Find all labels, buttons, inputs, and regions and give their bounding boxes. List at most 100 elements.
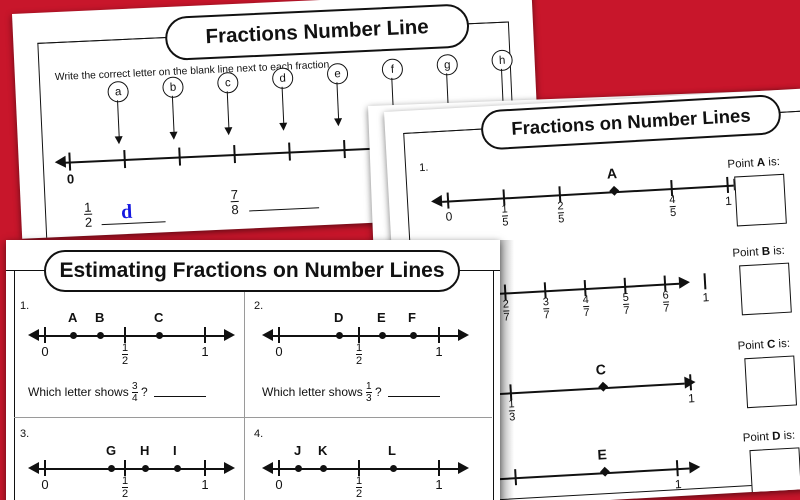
problem-4-label-half: 1 2	[351, 476, 367, 500]
sheet2-line2-frac-6-7-den: 7	[662, 301, 670, 315]
answer-fraction-1-glyph: 1 2	[84, 200, 93, 230]
answer-fraction-2-glyph: 7 8	[230, 187, 240, 218]
sheet2-line3-label-1: 1	[683, 391, 700, 406]
sheet2-line2-frac-5-7-den: 7	[623, 303, 630, 317]
problem-1-point-A-label: A	[68, 310, 78, 325]
sheet3-title-text: Estimating Fractions on Number Lines	[59, 259, 445, 282]
problem-1-tick-1	[204, 327, 206, 343]
problem-3-label-1: 1	[201, 477, 209, 492]
point-b-answer-box[interactable]	[739, 262, 792, 316]
sheet1-label-zero: 0	[66, 171, 75, 187]
problem-1-number: 1.	[20, 300, 30, 312]
point-d-prompt-suffix: is:	[780, 429, 796, 443]
problem-2-question-prefix: Which letter shows	[262, 385, 367, 400]
point-a-answer-box[interactable]	[734, 173, 787, 227]
problem-1-question-prefix: Which letter shows	[28, 385, 133, 400]
problem-2-number: 2.	[254, 300, 264, 312]
worksheet-estimating-fractions[interactable]: Estimating Fractions on Number Lines 1. …	[6, 240, 500, 500]
sheet2-line2-label-4-7: 4 7	[578, 293, 595, 320]
problem-4-left-arrow	[262, 462, 273, 474]
problem-4-half-frac: 1 2	[355, 476, 363, 500]
problem-2-half-frac: 1 2	[355, 342, 363, 367]
problem-3-label-half: 1 2	[117, 476, 133, 500]
problem-1-answer-blank[interactable]	[154, 396, 206, 397]
sheet2-line2-frac-5-7: 5 7	[622, 292, 630, 317]
sheet2-line2-label-6-7: 6 7	[657, 289, 674, 315]
sheet2-line1-label-1-text: 1	[724, 193, 733, 209]
sheet2-line1-frac-1-5-num: 1	[501, 203, 509, 216]
sheet2-line3-point-C-label: C	[595, 361, 607, 378]
sheet2-line2-frac-6-7-num: 6	[662, 289, 670, 302]
circled-letter-g-text: g	[443, 58, 451, 71]
problem-3-point-G-label: G	[106, 443, 117, 458]
problem-1-label-1: 1	[201, 344, 209, 359]
circled-letter-e-text: e	[334, 67, 342, 80]
circled-letter-b-text: b	[169, 81, 177, 94]
sheet2-line4-label-1: 1	[670, 477, 687, 492]
problem-2-half-den: 2	[355, 354, 363, 367]
problem-2-answer-blank[interactable]	[388, 396, 440, 397]
problem-3-point-I	[174, 465, 181, 472]
problem-1-point-A	[70, 332, 77, 339]
problem-1-label-0: 0	[41, 344, 49, 359]
sheet2-line2-frac-3-7-num: 3	[542, 296, 550, 309]
problem-4-half-den: 2	[355, 487, 363, 500]
problem-2-label-half: 1 2	[351, 343, 367, 367]
sheet2-line4-label-1-text: 1	[674, 476, 682, 492]
sheet2-line2-frac-4-7: 4 7	[582, 293, 590, 320]
sheet2-line2-label-1-text: 1	[702, 290, 710, 305]
problem-2-point-E	[379, 332, 386, 339]
sheet2-line2-label-1: 1	[697, 290, 714, 305]
problem-1-label-half: 1 2	[117, 343, 133, 367]
sheet2-line1-frac-4-5: 4 5	[669, 194, 677, 220]
problem-4-right-arrow	[458, 462, 469, 474]
circled-letter-f-text: f	[390, 63, 395, 76]
problem-3-point-H-label: H	[140, 443, 150, 458]
point-d-prompt-prefix: Point	[742, 430, 773, 445]
handwritten-answer-1: d	[120, 200, 133, 224]
problem-3-tick-half	[124, 460, 126, 476]
point-a-prompt-prefix: Point	[727, 157, 758, 171]
problem-2-tick-half	[358, 327, 360, 343]
sheet2-problem-number-1: 1.	[418, 161, 429, 175]
problem-2-point-E-label: E	[377, 310, 386, 325]
problem-1-axis	[39, 335, 224, 337]
problem-3-tick-1	[204, 460, 206, 476]
sheet2-title-text: Fractions on Number Lines	[510, 104, 752, 139]
problem-3-point-I-label: I	[173, 443, 177, 458]
pointer-d-head	[279, 122, 288, 131]
answer-fraction-1-denominator: 2	[84, 213, 93, 230]
problem-2-half-num: 1	[355, 342, 363, 354]
sheet2-axis-4-right-arrow	[688, 460, 701, 474]
problem-2-tick-0	[278, 327, 280, 343]
sheet3-right-edge-shadow	[500, 240, 514, 500]
problem-4-number: 4.	[254, 428, 264, 440]
sheet3-title: Estimating Fractions on Number Lines	[44, 250, 460, 292]
sheet2-line1-label-1-5: 1 5	[496, 203, 513, 229]
sheet2-line2-label-5-7: 5 7	[617, 292, 634, 317]
sheet2-line2-frac-4-7-num: 4	[582, 293, 590, 307]
sheet2-line1-frac-4-5-den: 5	[669, 205, 677, 220]
problem-1-point-B-label: B	[95, 310, 105, 325]
problem-4-point-L	[390, 465, 397, 472]
sheet2-line1-frac-1-5-den: 5	[501, 215, 509, 229]
point-c-answer-box[interactable]	[744, 355, 798, 409]
sheet2-line1-frac-2-5-num: 2	[557, 200, 564, 213]
sheet2-line1-label-0-text: 0	[445, 209, 453, 224]
problem-1-question-suffix: ?	[137, 385, 148, 400]
sheet2-line2-frac-4-7-den: 7	[583, 305, 590, 320]
problem-3-tick-0	[44, 460, 46, 476]
sheet3-horizontal-divider	[14, 417, 492, 419]
sheet2-axis-2-right-arrow	[678, 276, 691, 289]
pointer-e-head	[334, 118, 343, 127]
answer-fraction-2-denominator: 8	[231, 200, 240, 218]
sheet2-line2-frac-6-7: 6 7	[662, 289, 670, 315]
problem-1-half-num: 1	[121, 342, 129, 354]
problem-3-left-arrow	[28, 462, 39, 474]
problem-4-point-K-label: K	[318, 443, 328, 458]
problem-3-point-H	[142, 465, 149, 472]
problem-1-question: Which letter shows 34 ?	[28, 382, 148, 404]
sheet2-line1-label-4-5: 4 5	[664, 194, 681, 220]
point-d-answer-box[interactable]	[749, 447, 800, 500]
pointer-c-head	[224, 127, 233, 136]
